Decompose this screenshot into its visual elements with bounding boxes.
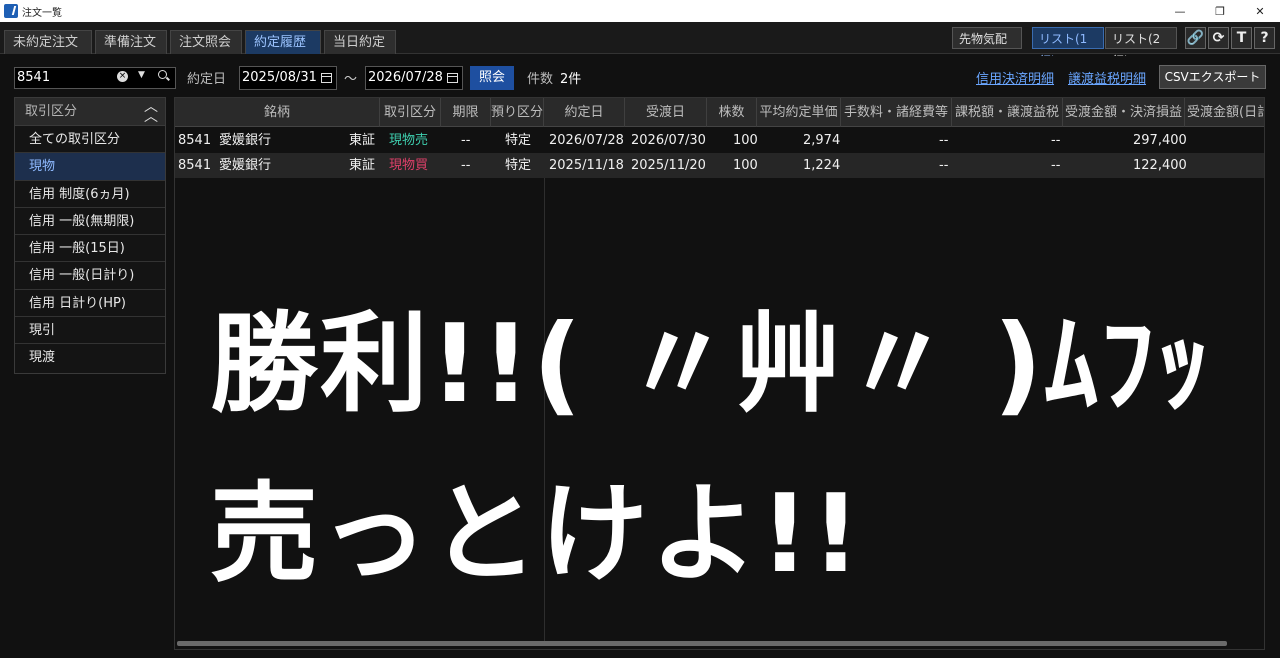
sidebar-item-margin-general-15d[interactable]: 信用 一般(15日) (15, 235, 165, 263)
cell-tax: -- (1051, 133, 1061, 148)
sidebar-item-cash[interactable]: 現物 (15, 153, 165, 181)
col-amount[interactable]: 受渡金額・決済損益 (1063, 98, 1185, 127)
col-trade-date[interactable]: 約定日 (544, 98, 625, 127)
sidebar-header-label: 取引区分 (25, 104, 78, 119)
sidebar-item-margin-general-daytrade[interactable]: 信用 一般(日計り) (15, 262, 165, 290)
filter-bar: 8541 × ▼ 約定日 2025/08/31 ～ 2026/07/28 照会 … (0, 56, 1280, 96)
date-to-input[interactable]: 2026/07/28 (365, 66, 463, 90)
cell-quantity: 100 (733, 133, 758, 148)
sidebar-item-margin-system[interactable]: 信用 制度(6ヵ月) (15, 181, 165, 208)
tab-today-executions[interactable]: 当日約定 (324, 30, 396, 54)
tab-execution-history[interactable]: 約定履歴 (245, 30, 321, 54)
col-stock[interactable]: 銘柄 (175, 98, 380, 127)
table-header: 銘柄 取引区分 期限 預り区分 約定日 受渡日 株数 平均約定単価 手数料・諸経… (175, 98, 1264, 127)
cell-market: 東証 (349, 158, 376, 173)
col-custody[interactable]: 預り区分 (491, 98, 544, 127)
cell-name: 愛媛銀行 (219, 158, 272, 173)
overlay-caption-line2: 売っとけよ!! (210, 472, 863, 597)
count-value: 2件 (560, 72, 582, 87)
horizontal-scrollbar[interactable] (177, 641, 1227, 646)
futures-quote-button[interactable]: 先物気配 (952, 27, 1022, 49)
calendar-icon[interactable] (447, 73, 458, 83)
cell-name: 愛媛銀行 (219, 133, 272, 148)
col-settle-date[interactable]: 受渡日 (625, 98, 707, 127)
tab-order-inquiry[interactable]: 注文照会 (170, 30, 242, 54)
cell-fee: -- (939, 133, 949, 148)
search-icon[interactable] (158, 70, 167, 79)
col-tax[interactable]: 課税額・譲渡益税 (952, 98, 1063, 127)
restore-button[interactable]: ❐ (1200, 0, 1240, 22)
close-button[interactable]: ✕ (1240, 0, 1280, 22)
tab-prepared-orders[interactable]: 準備注文 (95, 30, 167, 54)
sidebar-item-genbiki[interactable]: 現引 (15, 317, 165, 345)
window-title: 注文一覧 (22, 7, 62, 19)
capital-gains-tax-link[interactable]: 譲渡益税明細 (1068, 68, 1146, 87)
date-from-input[interactable]: 2025/08/31 (239, 66, 337, 90)
cell-settle-date: 2026/07/30 (631, 133, 706, 148)
link-icon[interactable]: 🔗 (1185, 27, 1206, 49)
cell-trade-type: 現物買 (389, 158, 429, 173)
text-size-icon[interactable]: T (1231, 27, 1252, 49)
cell-tax: -- (1051, 158, 1061, 173)
tab-unfilled-orders[interactable]: 未約定注文 (4, 30, 92, 54)
col-trade-type[interactable]: 取引区分 (380, 98, 441, 127)
cell-code: 8541 (178, 133, 212, 148)
cell-period: -- (461, 158, 471, 173)
dropdown-icon[interactable]: ▼ (138, 70, 145, 80)
col-fees[interactable]: 手数料・諸経費等 (841, 98, 952, 127)
cell-trade-date: 2025/11/18 (549, 158, 624, 173)
minimize-button[interactable]: — (1160, 0, 1200, 22)
cell-code: 8541 (178, 158, 212, 173)
csv-export-button[interactable]: CSVエクスポート (1159, 65, 1266, 89)
cell-market: 東証 (349, 133, 376, 148)
cell-trade-date: 2026/07/28 (549, 133, 624, 148)
cell-price: 2,974 (803, 133, 841, 148)
cell-fee: -- (939, 158, 949, 173)
overlay-caption-line1: 勝利!!( 〃艸〃 )ﾑﾌｯ (210, 302, 1213, 427)
app-icon (4, 4, 18, 18)
date-from-value: 2025/08/31 (242, 70, 317, 85)
sidebar-header: 取引区分 ︿ ︿ (15, 98, 165, 126)
margin-settlement-link[interactable]: 信用決済明細 (976, 68, 1054, 87)
trade-type-sidebar: 取引区分 ︿ ︿ 全ての取引区分 現物 信用 制度(6ヵ月) 信用 一般(無期限)… (14, 97, 166, 374)
list-1row-button[interactable]: リスト(1行) (1032, 27, 1104, 68)
date-range-separator: ～ (344, 72, 358, 87)
refresh-icon[interactable]: ⟳ (1208, 27, 1229, 49)
query-button[interactable]: 照会 (470, 66, 514, 90)
cell-custody: 特定 (505, 158, 532, 173)
table-row[interactable]: 8541 愛媛銀行 東証 現物買 -- 特定 2025/11/18 2025/1… (175, 153, 1264, 178)
col-period[interactable]: 期限 (441, 98, 491, 127)
tab-bar: 未約定注文 準備注文 注文照会 約定履歴 当日約定 先物気配 リスト(1行) リ… (0, 22, 1280, 68)
cell-custody: 特定 (505, 133, 532, 148)
cell-settle-date: 2025/11/20 (631, 158, 706, 173)
title-bar: 注文一覧 — ❐ ✕ (0, 0, 1280, 22)
count-label: 件数 (527, 72, 554, 87)
cell-period: -- (461, 133, 471, 148)
table-row[interactable]: 8541 愛媛銀行 東証 現物売 -- 特定 2026/07/28 2026/0… (175, 128, 1264, 153)
stock-code-input[interactable]: 8541 (14, 67, 176, 89)
collapse-chevron-icon[interactable]: ︿ ︿ (144, 100, 158, 124)
clear-icon[interactable]: × (117, 71, 128, 82)
cell-trade-type: 現物売 (389, 133, 429, 148)
col-avg-price[interactable]: 平均約定単価 (757, 98, 841, 127)
calendar-icon[interactable] (321, 73, 332, 83)
cell-price: 1,224 (803, 158, 841, 173)
col-quantity[interactable]: 株数 (707, 98, 757, 127)
sidebar-item-genwatashi[interactable]: 現渡 (15, 344, 165, 371)
col-amount-daytrade[interactable]: 受渡金額(日計 (1185, 98, 1264, 127)
sidebar-item-margin-daytrade-hp[interactable]: 信用 日計り(HP) (15, 290, 165, 318)
cell-amount: 297,400 (1133, 133, 1187, 148)
cell-amount: 122,400 (1133, 158, 1187, 173)
list-2row-button[interactable]: リスト(2行) (1105, 27, 1177, 68)
sidebar-item-all[interactable]: 全ての取引区分 (15, 126, 165, 154)
date-label: 約定日 (187, 72, 227, 87)
sidebar-item-margin-general-indef[interactable]: 信用 一般(無期限) (15, 208, 165, 236)
help-icon[interactable]: ? (1254, 27, 1275, 49)
cell-quantity: 100 (733, 158, 758, 173)
date-to-value: 2026/07/28 (368, 70, 443, 85)
